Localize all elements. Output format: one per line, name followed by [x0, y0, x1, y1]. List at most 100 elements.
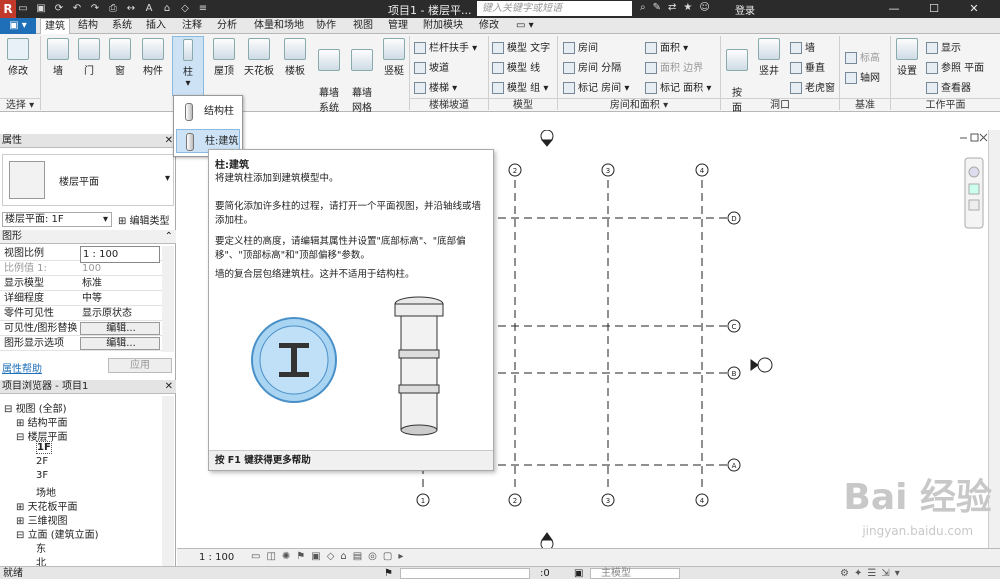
tree-item[interactable]: ⊞ 天花板平面	[16, 498, 78, 513]
section-icon[interactable]: ◇	[178, 2, 192, 15]
properties-scrollbar[interactable]	[162, 246, 174, 352]
tab-annotate[interactable]: 注释	[178, 18, 206, 34]
text-icon[interactable]: A	[142, 2, 156, 15]
instance-selector[interactable]: 楼层平面: 1F ▾	[2, 212, 112, 227]
close-icon[interactable]: ✕	[165, 134, 173, 148]
worksets-icon[interactable]: ⚑	[384, 567, 393, 579]
print-icon[interactable]: ⎙	[106, 2, 120, 15]
selection-filter-icons[interactable]: ⚙✦☰⇲▾	[840, 567, 905, 579]
window-button[interactable]: 窗	[107, 38, 133, 77]
user-icon[interactable]: ☺	[699, 2, 709, 13]
open-icon[interactable]: ▭	[16, 2, 30, 15]
viewer-button[interactable]: 查看器	[926, 79, 971, 94]
save-icon[interactable]: ▣	[34, 2, 48, 15]
undo-icon[interactable]: ↶	[70, 2, 84, 15]
search-input[interactable]: 键入关键字或短语	[477, 1, 632, 16]
exchange-icon[interactable]: ⇄	[668, 2, 676, 13]
file-menu-button[interactable]: ▣ ▾	[0, 18, 36, 34]
grid-button[interactable]: 轴网	[845, 69, 880, 84]
tag-area-button[interactable]: 标记 面积 ▾	[645, 79, 711, 94]
tree-item[interactable]: 东	[36, 540, 46, 555]
edit-button[interactable]: 编辑...	[80, 322, 160, 335]
binoculars-icon[interactable]: ⌕	[640, 2, 646, 13]
tree-item[interactable]: ⊞ 结构平面	[16, 414, 68, 429]
ceiling-button[interactable]: 天花板	[241, 38, 277, 77]
level-button[interactable]: 标高	[845, 49, 880, 64]
properties-help-link[interactable]: 属性帮助	[2, 360, 42, 375]
tab-architecture[interactable]: 建筑	[40, 18, 70, 34]
curtain-grid-button[interactable]: 幕墙 网格	[347, 38, 377, 114]
show-workplane-button[interactable]: 显示	[926, 39, 961, 54]
tab-manage[interactable]: 管理	[384, 18, 412, 34]
tree-item[interactable]: ⊟ 视图 (全部)	[4, 400, 67, 415]
railing-button[interactable]: 栏杆扶手 ▾	[414, 39, 477, 54]
tab-addins[interactable]: 附加模块	[419, 18, 467, 34]
property-value[interactable]: 100	[80, 261, 160, 276]
tab-systems[interactable]: 系统	[108, 18, 136, 34]
tab-modify[interactable]: 修改	[475, 18, 503, 34]
star-icon[interactable]: ★	[683, 2, 692, 13]
room-button[interactable]: 房间	[563, 39, 598, 54]
mullion-button[interactable]: 竖梃	[380, 38, 408, 77]
tree-toggle-icon[interactable]: ⊟	[16, 432, 28, 443]
modify-button[interactable]: 修改	[4, 38, 32, 77]
tab-collaborate[interactable]: 协作	[312, 18, 340, 34]
tag-room-button[interactable]: 标记 房间 ▾	[563, 79, 629, 94]
vertical-opening-button[interactable]: 垂直	[790, 59, 825, 74]
tree-toggle-icon[interactable]: ⊟	[16, 530, 28, 541]
model-line-button[interactable]: 模型 线	[492, 59, 540, 74]
3d-view-icon[interactable]: ⌂	[160, 2, 174, 15]
edit-type-button[interactable]: ⊞ 编辑类型	[118, 212, 170, 227]
view-control-icons[interactable]: ▭◫✺⚑▣◇⌂▤◎▢▸	[251, 551, 409, 562]
model-group-button[interactable]: 模型 组 ▾	[492, 79, 548, 94]
area-button[interactable]: 面积 ▾	[645, 39, 688, 54]
area-boundary-button[interactable]: 面积 边界	[645, 59, 703, 74]
tree-item[interactable]: 3F	[36, 470, 48, 481]
section-graphics[interactable]: 图形 ⌃	[0, 230, 176, 244]
design-options-icon[interactable]: ▣	[574, 567, 583, 579]
type-selector[interactable]: 楼层平面 ▾	[2, 154, 174, 206]
model-text-button[interactable]: 模型 文字	[492, 39, 550, 54]
property-value[interactable]: 显示原状态	[80, 306, 160, 321]
close-icon[interactable]: ✕	[165, 380, 173, 394]
wall-button[interactable]: 墙	[45, 38, 71, 77]
login-button[interactable]: 登录	[735, 2, 755, 17]
tree-item[interactable]: ⊟ 立面 (建筑立面)	[16, 526, 99, 541]
tree-toggle-icon[interactable]: ⊟	[4, 404, 16, 415]
wall-opening-button[interactable]: 墙	[790, 39, 815, 54]
ref-plane-button[interactable]: 参照 平面	[926, 59, 984, 74]
roof-button[interactable]: 屋顶	[209, 38, 239, 77]
close-button[interactable]: ✕	[954, 0, 994, 18]
floor-button[interactable]: 楼板	[280, 38, 310, 77]
panel-label-select[interactable]: 选择 ▾	[0, 98, 40, 112]
minimize-button[interactable]: —	[874, 0, 914, 18]
thin-lines-icon[interactable]: ≡	[196, 2, 210, 15]
column-button[interactable]: 柱 ▾	[172, 36, 204, 96]
tree-item[interactable]: 2F	[36, 456, 48, 467]
stair-button[interactable]: 楼梯 ▾	[414, 79, 457, 94]
edit-button[interactable]: 编辑...	[80, 337, 160, 350]
view-scale[interactable]: 1 : 100	[199, 552, 234, 563]
tab-insert[interactable]: 插入	[142, 18, 170, 34]
redo-icon[interactable]: ↷	[88, 2, 102, 15]
tab-view[interactable]: 视图	[349, 18, 377, 34]
tab-massing-site[interactable]: 体量和场地	[250, 18, 308, 34]
main-model-selector[interactable]: 主模型	[590, 568, 680, 579]
ramp-button[interactable]: 坡道	[414, 59, 449, 74]
workset-selector[interactable]	[400, 568, 530, 579]
set-workplane-button[interactable]: 设置	[894, 38, 920, 77]
component-button[interactable]: 构件	[138, 38, 168, 77]
tools-icon[interactable]: ✎	[653, 2, 661, 13]
sync-icon[interactable]: ⟳	[52, 2, 66, 15]
tree-item[interactable]: 场地	[36, 484, 56, 499]
shaft-button[interactable]: 竖井	[754, 38, 784, 77]
tab-options-toggle[interactable]: ▭ ▾	[512, 18, 538, 34]
property-value[interactable]: 标准	[80, 276, 160, 291]
room-separator-button[interactable]: 房间 分隔	[563, 59, 621, 74]
curtain-system-button[interactable]: 幕墙 系统	[314, 38, 344, 114]
maximize-button[interactable]: ☐	[914, 0, 954, 18]
property-value[interactable]: 中等	[80, 291, 160, 306]
tab-structure[interactable]: 结构	[74, 18, 102, 34]
tree-item[interactable]: ⊞ 三维视图	[16, 512, 68, 527]
measure-icon[interactable]: ↔	[124, 2, 138, 15]
